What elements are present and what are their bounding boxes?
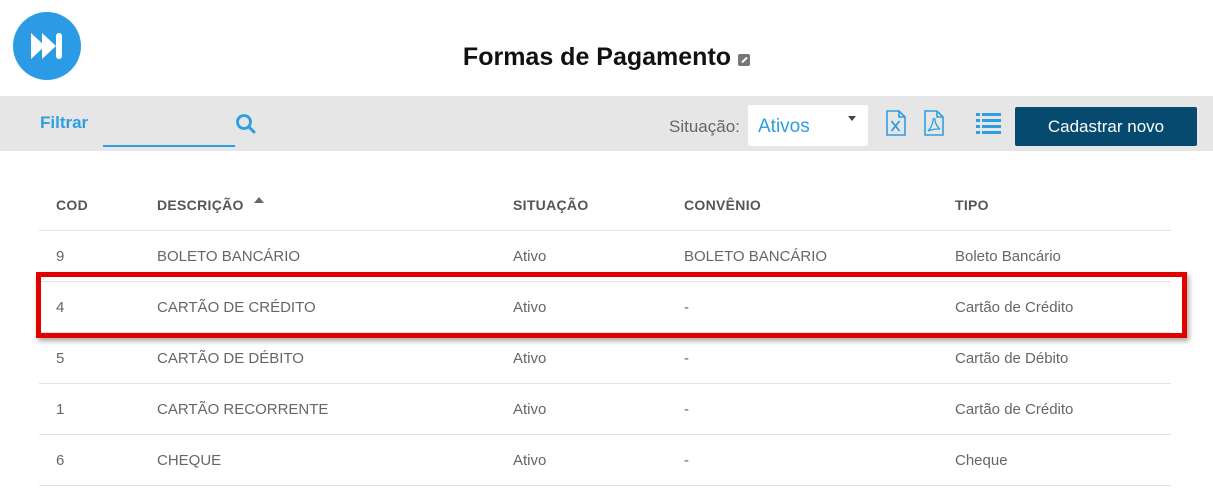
- external-link-icon[interactable]: [738, 54, 751, 66]
- column-header-convenio[interactable]: CONVÊNIO: [684, 197, 761, 213]
- cell-descricao: CARTÃO DE DÉBITO: [157, 350, 304, 367]
- cell-convenio: -: [684, 350, 689, 367]
- cell-tipo: Cartão de Crédito: [955, 401, 1074, 418]
- cell-descricao: CARTÃO RECORRENTE: [157, 401, 329, 418]
- search-icon[interactable]: [235, 113, 257, 135]
- column-header-descricao-label: DESCRIÇÃO: [157, 197, 244, 213]
- cell-convenio: BOLETO BANCÁRIO: [684, 248, 828, 265]
- cell-cod: 5: [56, 350, 65, 367]
- situacao-select[interactable]: Ativos: [748, 105, 868, 146]
- table-row[interactable]: 4 CARTÃO DE CRÉDITO Ativo - Cartão de Cr…: [39, 282, 1171, 333]
- cell-convenio: -: [684, 299, 689, 316]
- column-header-cod[interactable]: COD: [56, 197, 88, 213]
- table-header: COD DESCRIÇÃO SITUAÇÃO CONVÊNIO TIPO: [39, 180, 1171, 231]
- cell-situacao: Ativo: [513, 350, 547, 367]
- cell-convenio: -: [684, 401, 689, 418]
- excel-icon[interactable]: [885, 110, 907, 136]
- cell-convenio: -: [684, 452, 689, 469]
- cell-descricao: CHEQUE: [157, 452, 222, 469]
- table-row[interactable]: 5 CARTÃO DE DÉBITO Ativo - Cartão de Déb…: [39, 333, 1171, 384]
- list-icon[interactable]: [976, 112, 1001, 134]
- page-title: Formas de Pagamento: [0, 43, 1213, 72]
- cell-situacao: Ativo: [513, 248, 547, 265]
- page-title-text: Formas de Pagamento: [462, 43, 732, 71]
- cell-tipo: Boleto Bancário: [955, 248, 1061, 265]
- add-new-button[interactable]: Cadastrar novo: [1015, 107, 1197, 146]
- situacao-label: Situação:: [669, 117, 740, 136]
- cell-cod: 9: [56, 248, 65, 265]
- cell-tipo: Cheque: [955, 452, 1008, 469]
- cell-descricao: CARTÃO DE CRÉDITO: [157, 299, 316, 316]
- cell-situacao: Ativo: [513, 299, 547, 316]
- cell-cod: 4: [56, 299, 65, 316]
- cell-cod: 1: [56, 401, 65, 418]
- filter-input[interactable]: [103, 102, 235, 147]
- filter-label: Filtrar: [40, 113, 89, 132]
- table-row[interactable]: 1 CARTÃO RECORRENTE Ativo - Cartão de Cr…: [39, 384, 1171, 435]
- cell-situacao: Ativo: [513, 401, 547, 418]
- chevron-down-icon: [848, 116, 856, 121]
- cell-descricao: BOLETO BANCÁRIO: [157, 248, 301, 265]
- payment-methods-table: COD DESCRIÇÃO SITUAÇÃO CONVÊNIO TIPO 9 B…: [39, 180, 1171, 486]
- column-header-descricao[interactable]: DESCRIÇÃO: [157, 197, 264, 213]
- situacao-selected-value: Ativos: [758, 116, 810, 137]
- cell-tipo: Cartão de Débito: [955, 350, 1069, 367]
- column-header-situacao[interactable]: SITUAÇÃO: [513, 197, 589, 213]
- cell-tipo: Cartão de Crédito: [955, 299, 1074, 316]
- pdf-icon[interactable]: [923, 110, 945, 136]
- column-header-tipo[interactable]: TIPO: [955, 197, 989, 213]
- table-row[interactable]: 9 BOLETO BANCÁRIO Ativo BOLETO BANCÁRIO …: [39, 231, 1171, 282]
- cell-situacao: Ativo: [513, 452, 547, 469]
- table-row[interactable]: 6 CHEQUE Ativo - Cheque: [39, 435, 1171, 486]
- cell-cod: 6: [56, 452, 65, 469]
- sort-ascending-icon: [253, 197, 264, 203]
